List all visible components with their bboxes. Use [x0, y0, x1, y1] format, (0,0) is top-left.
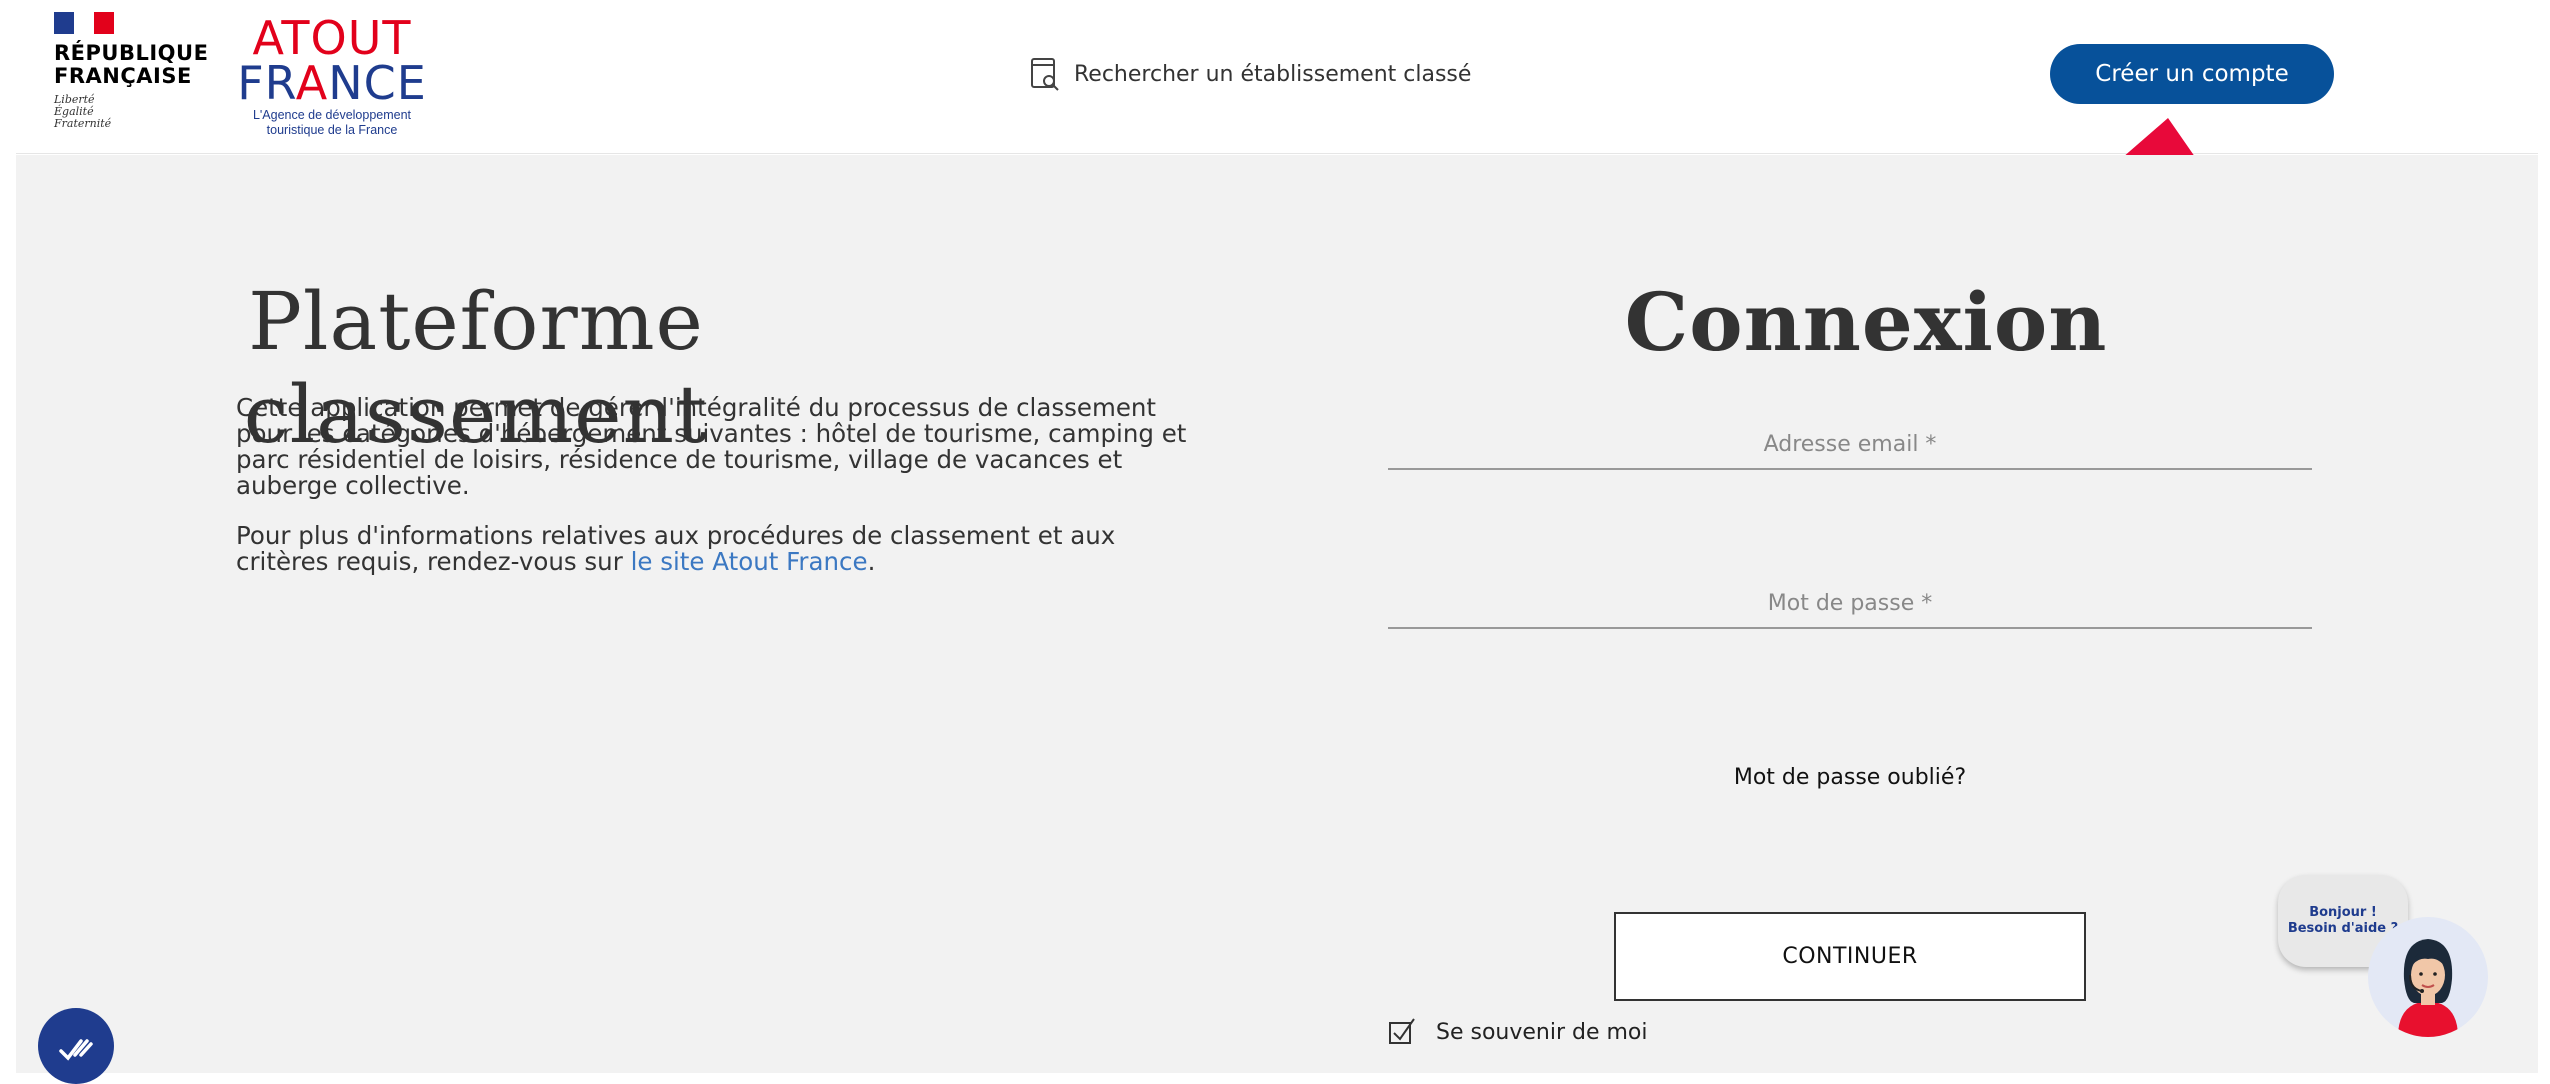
- main-content: Plateforme classement Cette application …: [16, 155, 2538, 1073]
- motto-fraternite: Fraternité: [54, 117, 112, 130]
- atout-france-site-link[interactable]: le site Atout France: [631, 547, 868, 576]
- help-line-2: Besoin d'aide ?: [2287, 921, 2399, 936]
- description-paragraph-2: Pour plus d'informations relatives aux p…: [236, 521, 1116, 576]
- search-establishment-link[interactable]: Rechercher un établissement classé: [1030, 56, 1471, 92]
- description-paragraph-1: Cette application permet de gérer l'inté…: [236, 393, 1187, 500]
- checkbox-checked-icon: [1389, 1018, 1415, 1044]
- forgot-password-link[interactable]: Mot de passe oublié?: [1388, 765, 2312, 790]
- remember-me-label: Se souvenir de moi: [1436, 1019, 1648, 1045]
- help-chat-widget[interactable]: Bonjour ! Besoin d'aide ?: [2270, 865, 2500, 1055]
- francaise-line: FRANÇAISE: [54, 64, 192, 88]
- france-text: FRANCE: [237, 56, 427, 110]
- atout-subtitle-1: L'Agence de développement: [252, 108, 412, 122]
- atout-france-logo[interactable]: ATOUT FRANCE L'Agence de développement t…: [232, 11, 432, 140]
- create-account-button[interactable]: Créer un compte: [2050, 44, 2334, 104]
- continue-button[interactable]: CONTINUER: [1614, 912, 2086, 1001]
- search-document-icon: [1031, 58, 1059, 91]
- site-header: RÉPUBLIQUE FRANÇAISE Liberté Égalité Fra…: [16, 0, 2538, 232]
- help-avatar-icon: [2368, 917, 2488, 1037]
- republique-line: RÉPUBLIQUE: [54, 41, 209, 65]
- french-flag-icon: [54, 12, 114, 34]
- platform-description: Cette application permet de gérer l'inté…: [236, 395, 1196, 599]
- help-line-1: Bonjour !: [2309, 905, 2377, 920]
- republique-francaise-logo[interactable]: RÉPUBLIQUE FRANÇAISE Liberté Égalité Fra…: [54, 12, 209, 142]
- email-field[interactable]: [1388, 420, 2312, 470]
- atout-subtitle-2: touristique de la France: [266, 123, 398, 137]
- search-link-label: Rechercher un établissement classé: [1074, 61, 1472, 87]
- password-field[interactable]: [1388, 579, 2312, 629]
- accessibility-icon: [59, 1039, 93, 1061]
- login-title: Connexion: [1624, 275, 2108, 369]
- remember-me-checkbox[interactable]: Se souvenir de moi: [1388, 1017, 1648, 1047]
- atout-text: ATOUT: [252, 11, 412, 65]
